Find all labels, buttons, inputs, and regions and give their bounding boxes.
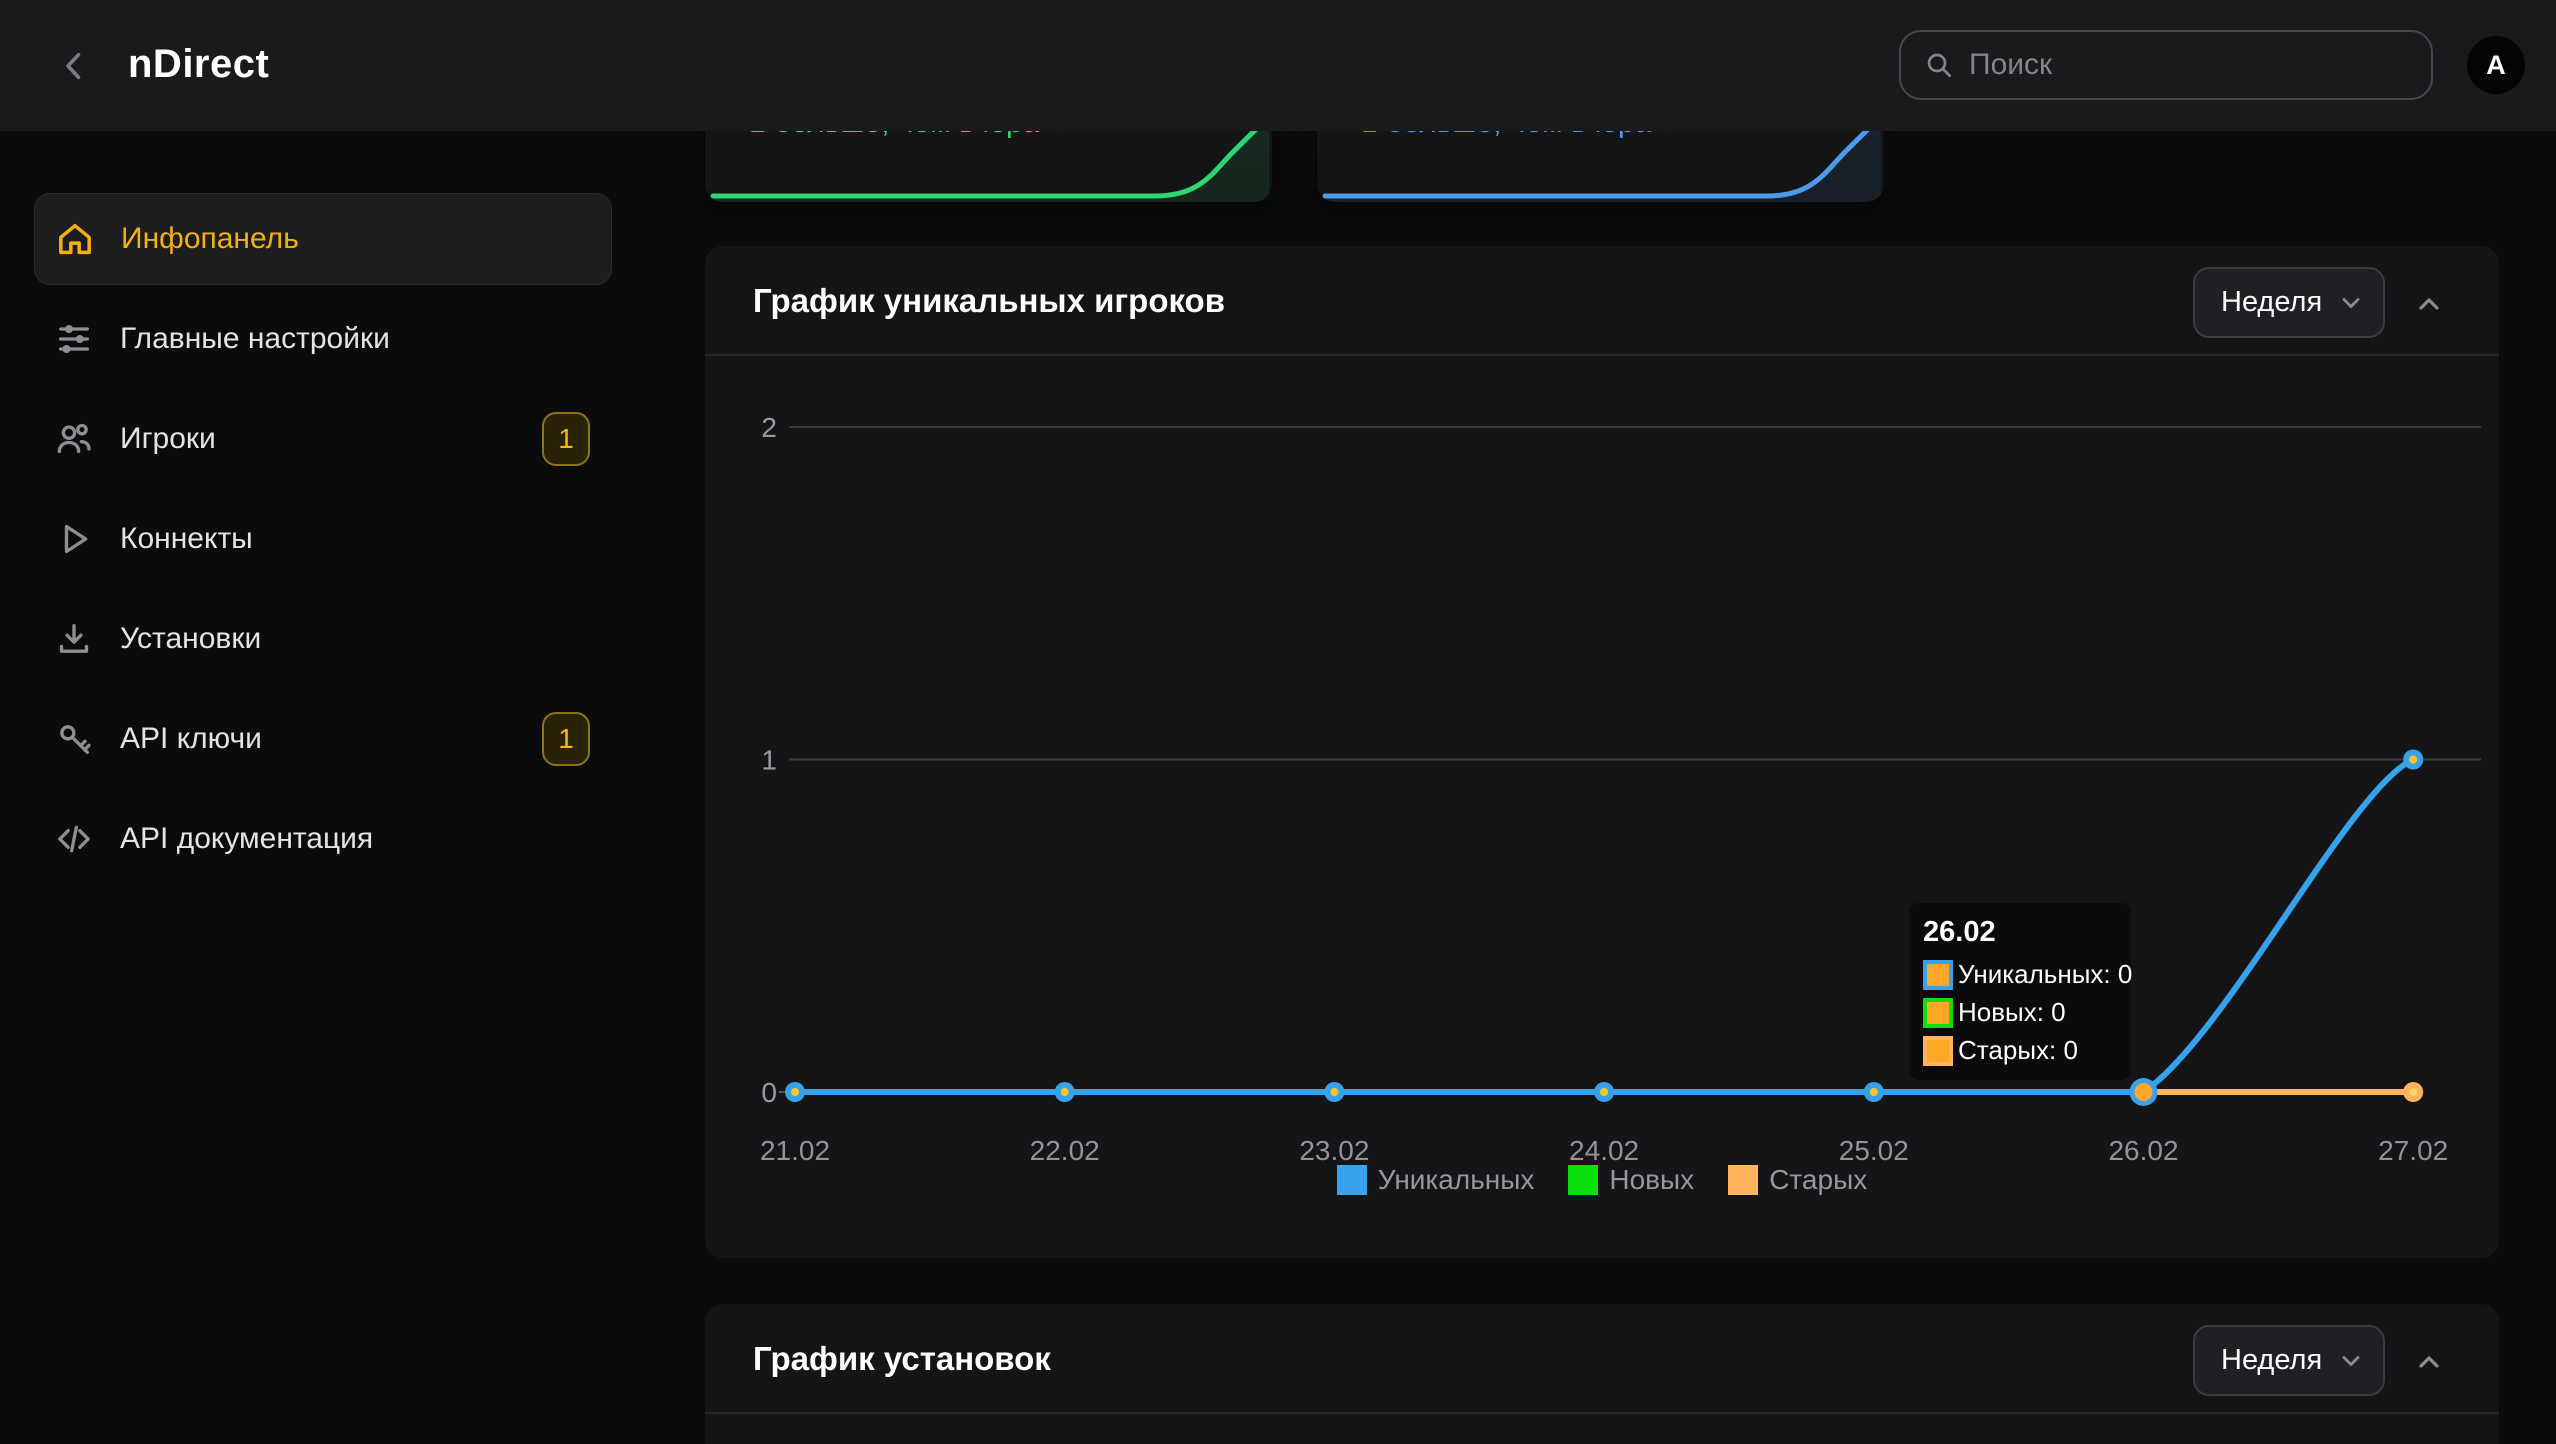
key-icon bbox=[54, 719, 94, 759]
tooltip-swatch bbox=[1923, 998, 1953, 1028]
sidebar-item-play[interactable]: Коннекты bbox=[34, 493, 612, 585]
y-axis-label: 1 bbox=[761, 745, 777, 776]
chart-tooltip: 26.02 Уникальных: 0 Новых: 0 Старых: 0 bbox=[1909, 903, 2131, 1080]
installs-chart-title: График установок bbox=[753, 1340, 1051, 1378]
series-line-unique bbox=[795, 760, 2413, 1093]
y-axis-label: 2 bbox=[761, 412, 777, 443]
tooltip-swatch bbox=[1923, 1036, 1953, 1066]
tooltip-title: 26.02 bbox=[1923, 916, 2121, 949]
sidebar-item-label: Инфопанель bbox=[121, 222, 299, 256]
players-chart-card: График уникальных игроков Неделя 2 1 0 21.0… bbox=[705, 246, 2499, 1258]
x-axis-label: 23.02 bbox=[1299, 1135, 1369, 1166]
back-button[interactable] bbox=[52, 44, 96, 88]
sidebar-item-sliders[interactable]: Главные настройки bbox=[34, 293, 612, 385]
data-point-center bbox=[1061, 1088, 1069, 1096]
sliders-icon bbox=[54, 319, 94, 359]
sliders-icon bbox=[54, 319, 94, 359]
legend-item[interactable]: Старых bbox=[1728, 1164, 1867, 1196]
players-collapse-button[interactable] bbox=[2407, 282, 2451, 326]
chevron-up-icon bbox=[2413, 1346, 2445, 1378]
tooltip-row: Старых: 0 bbox=[1923, 1035, 2121, 1066]
legend-item[interactable]: Уникальных bbox=[1337, 1164, 1535, 1196]
installs-period-select[interactable]: Неделя bbox=[2193, 1325, 2385, 1396]
tooltip-row-text: Новых: 0 bbox=[1958, 997, 2066, 1028]
installs-chart-card: График установок Неделя bbox=[705, 1304, 2499, 1444]
sidebar: Инфопанель Главные настройки Игроки 1 Коннек… bbox=[0, 131, 660, 1444]
sidebar-item-label: Установки bbox=[120, 622, 261, 656]
legend-item[interactable]: Новых bbox=[1568, 1164, 1694, 1196]
sidebar-item-key[interactable]: API ключи 1 bbox=[34, 693, 612, 785]
key-icon bbox=[54, 719, 94, 759]
chevron-down-icon bbox=[2337, 289, 2365, 317]
sidebar-item-users[interactable]: Игроки 1 bbox=[34, 393, 612, 485]
top-bar: nDirect A bbox=[0, 0, 2556, 131]
x-axis-label: 26.02 bbox=[2108, 1135, 2178, 1166]
players-period-value: Неделя bbox=[2221, 286, 2322, 319]
installs-collapse-button[interactable] bbox=[2407, 1340, 2451, 1384]
data-point-center bbox=[1600, 1088, 1608, 1096]
tooltip-row: Уникальных: 0 bbox=[1923, 959, 2121, 990]
home-icon bbox=[55, 219, 95, 259]
tooltip-row: Новых: 0 bbox=[1923, 997, 2121, 1028]
chevron-up-icon bbox=[2413, 288, 2445, 320]
x-axis-label: 21.02 bbox=[760, 1135, 830, 1166]
chevron-left-icon bbox=[56, 48, 92, 84]
x-axis-label: 22.02 bbox=[1030, 1135, 1100, 1166]
legend-swatch bbox=[1568, 1165, 1598, 1195]
tooltip-swatch bbox=[1923, 960, 1953, 990]
avatar[interactable]: A bbox=[2467, 36, 2525, 94]
tooltip-row-text: Уникальных: 0 bbox=[1958, 959, 2132, 990]
search-input[interactable] bbox=[1969, 48, 2369, 82]
legend-label: Уникальных bbox=[1378, 1164, 1535, 1196]
legend-swatch bbox=[1337, 1165, 1367, 1195]
app-title: nDirect bbox=[128, 42, 269, 87]
sidebar-item-code[interactable]: API документация bbox=[34, 793, 612, 885]
download-icon bbox=[54, 619, 94, 659]
sidebar-item-label: Главные настройки bbox=[120, 322, 390, 356]
data-point-center bbox=[791, 1088, 799, 1096]
installs-period-value: Неделя bbox=[2221, 1344, 2322, 1377]
download-icon bbox=[54, 619, 94, 659]
chart-legend: Уникальных Новых Старых bbox=[705, 1164, 2499, 1196]
sidebar-badge: 1 bbox=[542, 412, 590, 466]
players-line-chart: 2 1 0 21.02 22.02 23.02 24.02 25.02 26.02 27.02 bbox=[705, 354, 2499, 1264]
users-icon bbox=[54, 419, 94, 459]
players-chart-header: График уникальных игроков Неделя bbox=[705, 246, 2499, 354]
sidebar-item-label: Коннекты bbox=[120, 522, 253, 556]
search-icon bbox=[1923, 49, 1955, 81]
x-axis-label: 24.02 bbox=[1569, 1135, 1639, 1166]
legend-swatch bbox=[1728, 1165, 1758, 1195]
code-icon bbox=[54, 819, 94, 859]
installs-chart-header: График установок Неделя bbox=[705, 1304, 2499, 1412]
legend-label: Новых bbox=[1609, 1164, 1694, 1196]
data-point-center bbox=[2409, 756, 2417, 764]
tooltip-row-text: Старых: 0 bbox=[1958, 1035, 2078, 1066]
play-icon bbox=[54, 519, 94, 559]
sidebar-badge: 1 bbox=[542, 712, 590, 766]
players-period-select[interactable]: Неделя bbox=[2193, 267, 2385, 338]
card-divider bbox=[705, 1412, 2499, 1414]
legend-label: Старых bbox=[1769, 1164, 1867, 1196]
sidebar-item-home[interactable]: Инфопанель bbox=[34, 193, 612, 285]
sidebar-item-label: Игроки bbox=[120, 422, 216, 456]
home-icon bbox=[55, 219, 95, 259]
users-icon bbox=[54, 419, 94, 459]
sidebar-item-label: API ключи bbox=[120, 722, 262, 756]
x-axis-label: 25.02 bbox=[1839, 1135, 1909, 1166]
play-icon bbox=[54, 519, 94, 559]
data-point-center bbox=[1330, 1088, 1338, 1096]
code-icon bbox=[54, 819, 94, 859]
hover-point bbox=[2135, 1083, 2153, 1101]
data-point-center bbox=[2409, 1088, 2417, 1096]
players-chart-title: График уникальных игроков bbox=[753, 282, 1225, 320]
sidebar-item-label: API документация bbox=[120, 822, 373, 856]
sidebar-item-download[interactable]: Установки bbox=[34, 593, 612, 685]
chevron-down-icon bbox=[2337, 1347, 2365, 1375]
search-box[interactable] bbox=[1899, 30, 2433, 100]
data-point-center bbox=[1870, 1088, 1878, 1096]
y-axis-label: 0 bbox=[761, 1077, 777, 1108]
x-axis-label: 27.02 bbox=[2378, 1135, 2448, 1166]
